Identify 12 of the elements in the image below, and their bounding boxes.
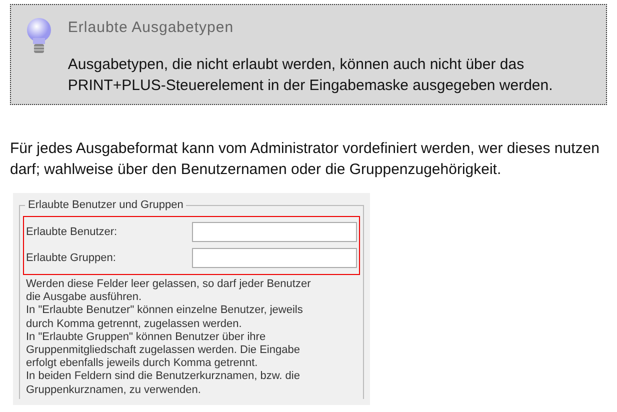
note-title: Erlaubte Ausgabetypen bbox=[68, 19, 235, 36]
input-field[interactable] bbox=[192, 222, 357, 242]
help-text: In "Erlaubte Benutzer" können einzelne Benutzer, jeweils durch Komma getrennt, zugelassen werden. bbox=[26, 304, 304, 331]
input-field[interactable] bbox=[192, 248, 357, 268]
field-label: Erlaubte Gruppen: bbox=[26, 252, 116, 264]
intro-paragraph: Für jedes Ausgabeformat kann vom Administrator vordefiniert werden, wer dieses nutzen darf; wahlweise über den Benutzernamen oder die Gruppenzugehörigkeit. bbox=[10, 139, 600, 180]
help-text: In beiden Feldern sind die Benutzerkurznamen, bzw. die Gruppenkurznamen, zu verwenden. bbox=[26, 370, 301, 397]
help-text: In "Erlaubte Gruppen" können Benutzer über ihre Gruppenmitgliedschaft zugelassen werden. Die Eingabe erfolgt ebenfalls jeweils durch Komma getrennt. bbox=[26, 330, 301, 370]
group-title: Erlaubte Benutzer und Gruppen bbox=[27, 199, 184, 211]
note-text: Ausgabetypen, die nicht erlaubt werden, können auch nicht über das PRINT+PLUS-Steuerelement in der Eingabemaske ausgegeben werden. bbox=[68, 55, 554, 96]
field-label: Erlaubte Benutzer: bbox=[26, 226, 118, 238]
help-text: Werden diese Felder leer gelassen, so darf jeder Benutzer die Ausgabe ausführen. bbox=[26, 278, 312, 304]
